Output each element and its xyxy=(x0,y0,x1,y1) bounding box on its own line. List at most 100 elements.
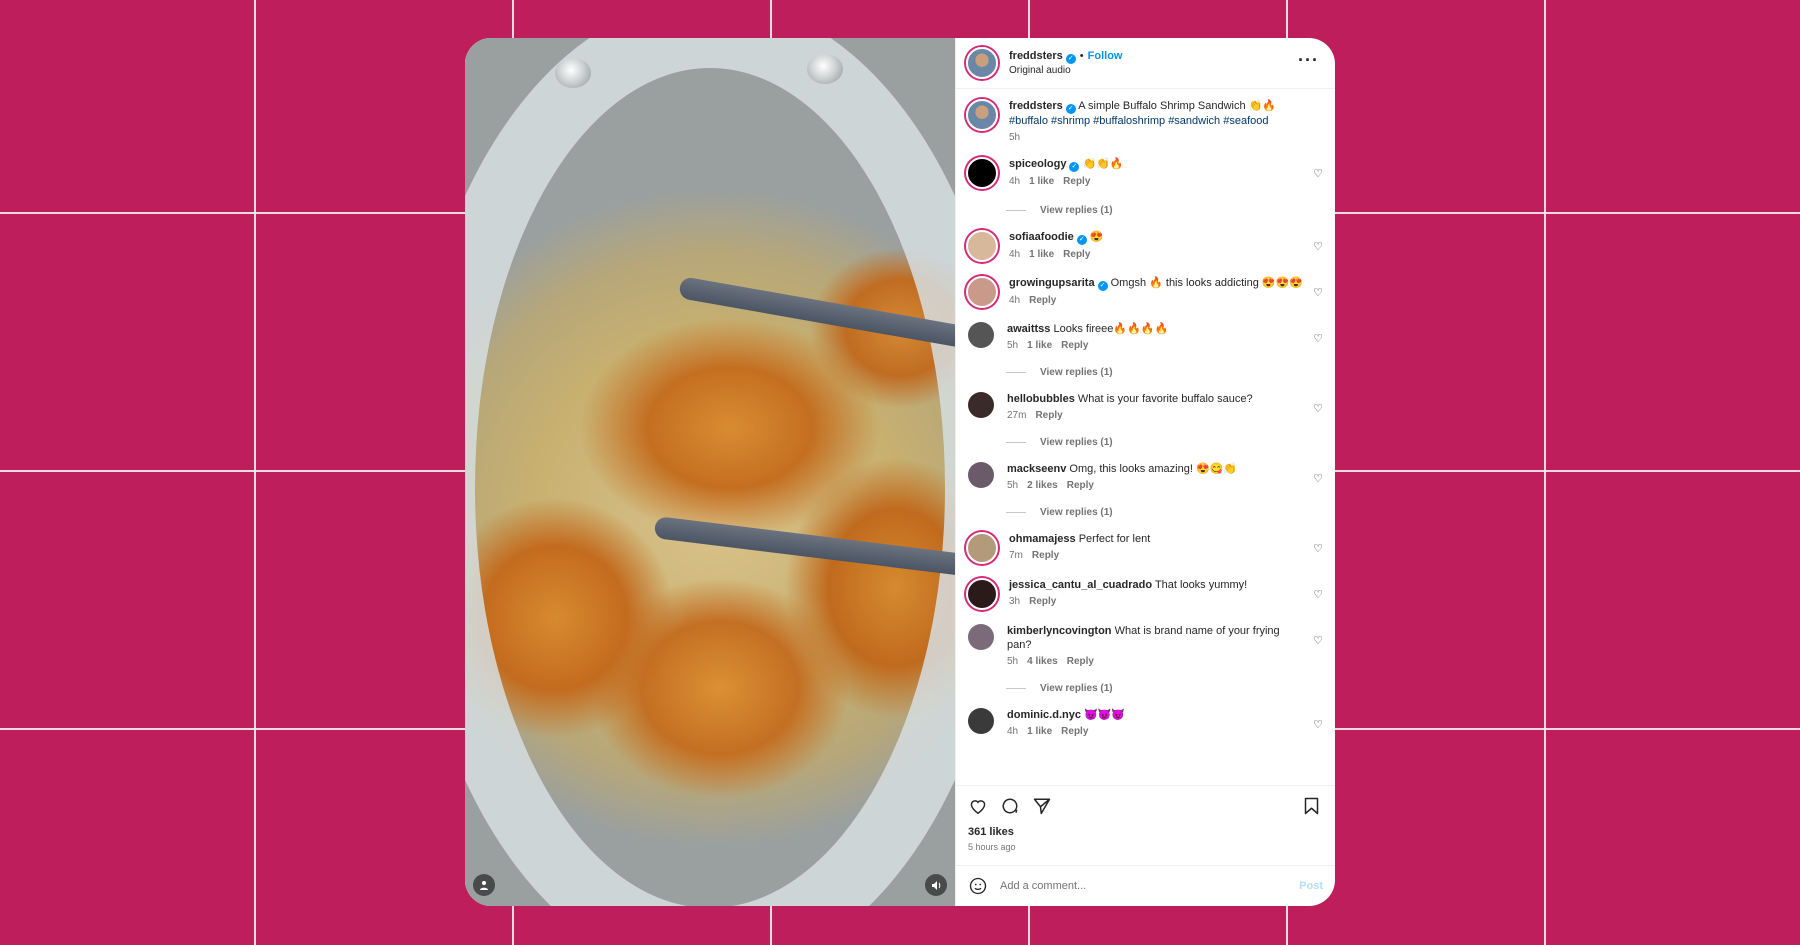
comment-likes[interactable]: 2 likes xyxy=(1027,480,1058,491)
comment-time: 3h xyxy=(1009,596,1021,607)
view-replies-button[interactable]: View replies (1) xyxy=(1006,367,1325,378)
comment-username[interactable]: awaittss xyxy=(1007,323,1050,335)
view-replies-label: View replies (1) xyxy=(1040,437,1113,448)
reply-button[interactable]: Reply xyxy=(1067,480,1094,491)
comment-username[interactable]: sofiaafoodie xyxy=(1009,231,1074,243)
comment-likes[interactable]: 1 like xyxy=(1027,340,1052,351)
like-comment-icon[interactable]: ♡ xyxy=(1313,286,1323,299)
reply-button[interactable]: Reply xyxy=(1035,410,1062,421)
comment-username[interactable]: growingupsarita xyxy=(1009,277,1095,289)
view-replies-button[interactable]: View replies (1) xyxy=(1006,683,1325,694)
reply-button[interactable]: Reply xyxy=(1032,550,1059,561)
heart-icon[interactable] xyxy=(968,796,988,816)
comment-username[interactable]: jessica_cantu_al_cuadrado xyxy=(1009,579,1152,591)
comment-item: dominic.d.nyc 😈😈😈 4h 1 like Reply ♡ xyxy=(966,708,1325,737)
comment-likes[interactable]: 1 like xyxy=(1029,249,1054,260)
comment-item: spiceology ✓ 👏👏🔥 4h 1 like Reply ♡ xyxy=(966,157,1325,189)
reply-button[interactable]: Reply xyxy=(1061,340,1088,351)
comment-text: Omgsh 🔥 this looks addicting 😍😍😍 xyxy=(1110,277,1303,289)
post-modal: freddsters ✓ • Follow Original audio ··· fr… xyxy=(465,38,1335,906)
audio-icon[interactable] xyxy=(925,874,947,896)
user-tag-icon[interactable] xyxy=(473,874,495,896)
like-comment-icon[interactable]: ♡ xyxy=(1313,472,1323,485)
reply-button[interactable]: Reply xyxy=(1061,726,1088,737)
comment-username[interactable]: spiceology xyxy=(1009,158,1066,170)
avatar[interactable] xyxy=(966,157,998,189)
comment-username[interactable]: ohmamajess xyxy=(1009,533,1076,545)
comment-username[interactable]: dominic.d.nyc xyxy=(1007,709,1081,721)
view-replies-button[interactable]: View replies (1) xyxy=(1006,507,1325,518)
caption: freddsters ✓ A simple Buffalo Shrimp Sand… xyxy=(966,99,1325,143)
comment-input[interactable]: Add a comment... xyxy=(1000,880,1299,892)
bookmark-icon[interactable] xyxy=(1301,796,1321,816)
likes-count[interactable]: 361 likes xyxy=(968,826,1323,838)
comment-item: growingupsarita ✓ Omgsh 🔥 this looks addi… xyxy=(966,276,1325,308)
comment-likes[interactable]: 1 like xyxy=(1027,726,1052,737)
caption-username[interactable]: freddsters xyxy=(1009,100,1063,112)
like-comment-icon[interactable]: ♡ xyxy=(1313,634,1323,647)
avatar[interactable] xyxy=(968,708,994,734)
comment-item: kimberlyncovington What is brand name of… xyxy=(966,624,1325,667)
header-username[interactable]: freddsters xyxy=(1009,50,1063,62)
post-video[interactable] xyxy=(465,38,955,906)
like-comment-icon[interactable]: ♡ xyxy=(1313,718,1323,731)
avatar[interactable] xyxy=(968,392,994,418)
reply-button[interactable]: Reply xyxy=(1063,176,1090,187)
avatar[interactable] xyxy=(966,532,998,564)
reply-button[interactable]: Reply xyxy=(1063,249,1090,260)
view-replies-label: View replies (1) xyxy=(1040,507,1113,518)
comment-username[interactable]: mackseenv xyxy=(1007,463,1066,475)
comment-text: 😈😈😈 xyxy=(1084,709,1126,721)
caption-text: A simple Buffalo Shrimp Sandwich 👏🔥 xyxy=(1078,100,1277,112)
comment-list[interactable]: freddsters ✓ A simple Buffalo Shrimp Sand… xyxy=(956,89,1335,785)
verified-icon: ✓ xyxy=(1076,235,1087,245)
reply-button[interactable]: Reply xyxy=(1029,295,1056,306)
comment-item: ohmamajess Perfect for lent 7m Reply ♡ xyxy=(966,532,1325,564)
share-icon[interactable] xyxy=(1032,796,1052,816)
view-replies-button[interactable]: View replies (1) xyxy=(1006,205,1325,216)
comment-username[interactable]: kimberlyncovington xyxy=(1007,625,1112,637)
caption-hashtags[interactable]: #buffalo #shrimp #buffaloshrimp #sandwic… xyxy=(1009,115,1268,127)
follow-button[interactable]: Follow xyxy=(1088,50,1123,62)
grid-line xyxy=(254,0,256,945)
comment-text: That looks yummy! xyxy=(1154,579,1248,591)
post-button[interactable]: Post xyxy=(1299,880,1323,892)
avatar[interactable] xyxy=(968,322,994,348)
more-options-icon[interactable]: ··· xyxy=(1298,50,1319,71)
avatar[interactable] xyxy=(966,276,998,308)
comment-item: hellobubbles What is your favorite buffa… xyxy=(966,392,1325,421)
verified-icon: ✓ xyxy=(1065,104,1076,114)
comment-likes[interactable]: 1 like xyxy=(1029,176,1054,187)
like-comment-icon[interactable]: ♡ xyxy=(1313,167,1323,180)
comment-time: 5h xyxy=(1007,340,1019,351)
emoji-icon[interactable] xyxy=(968,876,988,896)
avatar[interactable] xyxy=(966,230,998,262)
avatar[interactable] xyxy=(966,578,998,610)
comment-time: 7m xyxy=(1009,550,1023,561)
view-replies-button[interactable]: View replies (1) xyxy=(1006,437,1325,448)
like-comment-icon[interactable]: ♡ xyxy=(1313,402,1323,415)
verified-icon: ✓ xyxy=(1097,281,1108,291)
comment-username[interactable]: hellobubbles xyxy=(1007,393,1075,405)
avatar[interactable] xyxy=(966,99,998,131)
pan-rim xyxy=(465,38,955,906)
view-replies-label: View replies (1) xyxy=(1040,205,1113,216)
avatar[interactable] xyxy=(968,462,994,488)
like-comment-icon[interactable]: ♡ xyxy=(1313,542,1323,555)
audio-label[interactable]: Original audio xyxy=(1009,64,1122,78)
comment-time: 4h xyxy=(1007,726,1019,737)
comment-icon[interactable] xyxy=(1000,796,1020,816)
post-header: freddsters ✓ • Follow Original audio ··· xyxy=(956,38,1335,89)
grid-line xyxy=(1544,0,1546,945)
comment-text: What is your favorite buffalo sauce? xyxy=(1077,393,1253,405)
comment-likes[interactable]: 4 likes xyxy=(1027,656,1058,667)
like-comment-icon[interactable]: ♡ xyxy=(1313,332,1323,345)
avatar[interactable] xyxy=(968,624,994,650)
like-comment-icon[interactable]: ♡ xyxy=(1313,588,1323,601)
avatar[interactable] xyxy=(966,47,998,79)
like-comment-icon[interactable]: ♡ xyxy=(1313,240,1323,253)
reply-button[interactable]: Reply xyxy=(1067,656,1094,667)
comments-panel: freddsters ✓ • Follow Original audio ··· fr… xyxy=(955,38,1335,906)
comment-time: 4h xyxy=(1009,249,1021,260)
reply-button[interactable]: Reply xyxy=(1029,596,1056,607)
